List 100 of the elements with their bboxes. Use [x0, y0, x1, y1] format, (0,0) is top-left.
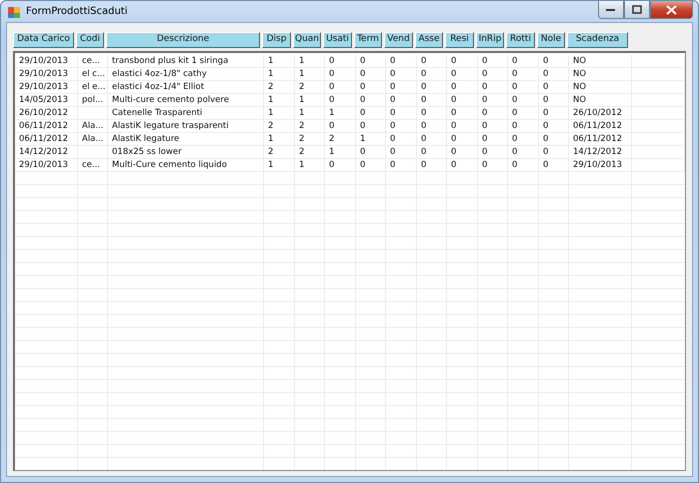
table-cell: 0 — [325, 68, 356, 80]
table-cell: 06/11/2012 — [569, 133, 632, 145]
table-cell: AlastiK legature trasparenti — [108, 120, 264, 132]
table-cell: 0 — [539, 120, 569, 132]
table-cell: NO — [569, 94, 632, 106]
table-cell: 0 — [539, 146, 569, 158]
column-header[interactable]: Descrizione — [106, 32, 260, 48]
table-cell: Ala... — [78, 120, 108, 132]
column-header[interactable]: Usati — [323, 32, 352, 48]
table-cell: 0 — [356, 107, 386, 119]
table-cell: 0 — [325, 81, 356, 93]
table-cell: 0 — [386, 68, 417, 80]
column-header[interactable]: Quan — [293, 32, 321, 48]
table-cell: 0 — [386, 120, 417, 132]
table-cell: 0 — [325, 55, 356, 67]
table-cell: 0 — [417, 94, 447, 106]
table-cell: ce... — [78, 55, 108, 67]
table-cell: 0 — [356, 94, 386, 106]
table-cell: 14/12/2012 — [15, 146, 78, 158]
table-cell: 29/10/2013 — [15, 68, 78, 80]
table-cell: 0 — [447, 55, 478, 67]
table-cell: 0 — [478, 159, 508, 171]
column-header[interactable]: Disp — [262, 32, 291, 48]
table-cell: 1 — [264, 133, 295, 145]
table-cell: 2 — [295, 146, 325, 158]
table-cell: 0 — [447, 94, 478, 106]
table-cell: 1 — [325, 107, 356, 119]
table-cell: 0 — [356, 146, 386, 158]
table-cell: 0 — [386, 94, 417, 106]
table-cell: 1 — [295, 107, 325, 119]
table-cell: 0 — [478, 120, 508, 132]
table-cell: 06/11/2012 — [15, 133, 78, 145]
table-cell: 0 — [447, 120, 478, 132]
table-cell: 0 — [386, 81, 417, 93]
table-cell: elastici 4oz-1/4" Elliot — [108, 81, 264, 93]
table-cell: 2 — [295, 133, 325, 145]
table-cell: 2 — [264, 81, 295, 93]
table-cell: 0 — [356, 120, 386, 132]
table-cell: 0 — [478, 94, 508, 106]
table-cell: 0 — [508, 55, 539, 67]
table-cell: 0 — [478, 133, 508, 145]
table-cell: 0 — [508, 107, 539, 119]
table-cell: 0 — [417, 81, 447, 93]
column-header[interactable]: Asse — [415, 32, 443, 48]
table-cell: 06/11/2012 — [569, 120, 632, 132]
minimize-button[interactable] — [598, 1, 624, 19]
close-button[interactable] — [650, 1, 693, 19]
table-cell: 29/10/2013 — [15, 159, 78, 171]
table-cell: el c... — [78, 68, 108, 80]
table-cell: 0 — [417, 159, 447, 171]
table-cell: 0 — [325, 159, 356, 171]
column-header[interactable]: InRip — [476, 32, 504, 48]
table-cell: 0 — [417, 133, 447, 145]
table-cell: 14/12/2012 — [569, 146, 632, 158]
table-cell: 2 — [325, 133, 356, 145]
table-cell: 1 — [356, 133, 386, 145]
table-cell: 0 — [478, 81, 508, 93]
column-header[interactable]: Vend — [384, 32, 413, 48]
table-cell: 0 — [356, 55, 386, 67]
table-cell: 26/10/2012 — [569, 107, 632, 119]
table-cell: Catenelle Trasparenti — [108, 107, 264, 119]
table-cell: 1 — [264, 107, 295, 119]
table-cell: 1 — [295, 68, 325, 80]
table-cell: 0 — [386, 133, 417, 145]
table-cell: 0 — [447, 159, 478, 171]
column-header[interactable]: Data Carico — [13, 32, 74, 48]
minimize-icon — [606, 8, 616, 12]
table-cell: Multi-Cure cemento liquido — [108, 159, 264, 171]
column-header[interactable]: Scadenza — [567, 32, 628, 48]
table-cell: 0 — [447, 133, 478, 145]
table-cell: 0 — [508, 94, 539, 106]
column-header[interactable]: Rotti — [506, 32, 535, 48]
column-header[interactable]: Nole — [537, 32, 565, 48]
table-cell: 0 — [417, 120, 447, 132]
table-cell: 0 — [478, 68, 508, 80]
table-cell: 1 — [295, 55, 325, 67]
table-cell: 0 — [325, 120, 356, 132]
table-cell: 0 — [417, 107, 447, 119]
table-cell: 0 — [508, 68, 539, 80]
table-cell: 0 — [356, 68, 386, 80]
maximize-icon — [632, 5, 642, 14]
column-header[interactable]: Term — [354, 32, 382, 48]
table-cell: 0 — [386, 107, 417, 119]
table-cell: 0 — [356, 81, 386, 93]
maximize-button[interactable] — [624, 1, 650, 19]
table-cell: 0 — [508, 146, 539, 158]
table-cell: 1 — [264, 55, 295, 67]
table-cell: el e... — [78, 81, 108, 93]
table-cell: 26/10/2012 — [15, 107, 78, 119]
table-cell: 0 — [447, 68, 478, 80]
table-cell: 0 — [386, 159, 417, 171]
table-cell: ce... — [78, 159, 108, 171]
column-header[interactable]: Codi — [76, 32, 104, 48]
table-cell: 1 — [295, 159, 325, 171]
table-cell: Ala... — [78, 133, 108, 145]
table-cell: Multi-cure cemento polvere — [108, 94, 264, 106]
table-cell: NO — [569, 68, 632, 80]
table-cell: 018x25 ss lower — [108, 146, 264, 158]
column-header[interactable]: Resi — [445, 32, 474, 48]
table-cell: 0 — [417, 55, 447, 67]
